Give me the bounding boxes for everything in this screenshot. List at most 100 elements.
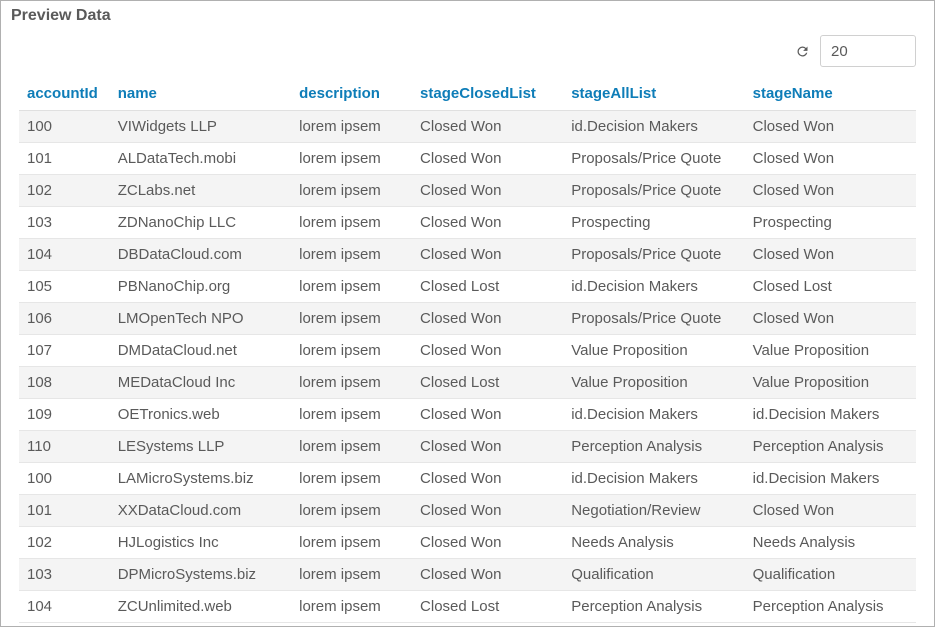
cell-description: lorem ipsem xyxy=(291,431,412,463)
cell-stageClosedList: Closed Won xyxy=(412,239,563,271)
cell-stageClosedList: Closed Won xyxy=(412,111,563,143)
table-wrap: accountId name description stageClosedLi… xyxy=(1,77,934,626)
cell-description: lorem ipsem xyxy=(291,239,412,271)
col-header-accountId[interactable]: accountId xyxy=(19,77,110,111)
cell-description: lorem ipsem xyxy=(291,367,412,399)
cell-name: HJLogistics Inc xyxy=(110,527,291,559)
cell-stageAllList: Prospecting xyxy=(563,207,744,239)
table-row[interactable]: 103ZDNanoChip LLClorem ipsemClosed WonPr… xyxy=(19,207,916,239)
cell-stageClosedList: Closed Won xyxy=(412,335,563,367)
cell-stageClosedList: Closed Won xyxy=(412,463,563,495)
table-row[interactable]: 101XXDataCloud.comlorem ipsemClosed WonN… xyxy=(19,495,916,527)
table-row[interactable]: 109OETronics.weblorem ipsemClosed Wonid.… xyxy=(19,399,916,431)
cell-stageAllList: Value Proposition xyxy=(563,367,744,399)
cell-accountId: 103 xyxy=(19,559,110,591)
cell-accountId: 108 xyxy=(19,367,110,399)
table-row[interactable]: 103DPMicroSystems.bizlorem ipsemClosed W… xyxy=(19,559,916,591)
cell-name: XXDataCloud.com xyxy=(110,495,291,527)
cell-description: lorem ipsem xyxy=(291,207,412,239)
table-header-row: accountId name description stageClosedLi… xyxy=(19,77,916,111)
row-count-input[interactable] xyxy=(820,35,916,67)
cell-stageAllList: Proposals/Price Quote xyxy=(563,239,744,271)
table-row[interactable]: 107DMDataCloud.netlorem ipsemClosed WonV… xyxy=(19,335,916,367)
cell-accountId: 103 xyxy=(19,207,110,239)
table-row[interactable]: 104DBDataCloud.comlorem ipsemClosed WonP… xyxy=(19,239,916,271)
table-row[interactable]: 102HJLogistics Inclorem ipsemClosed WonN… xyxy=(19,527,916,559)
cell-accountId: 101 xyxy=(19,495,110,527)
cell-name: LMOpenTech NPO xyxy=(110,303,291,335)
cell-stageName: Closed Won xyxy=(745,175,916,207)
cell-name: DMDataCloud.net xyxy=(110,335,291,367)
cell-stageClosedList: Closed Lost xyxy=(412,367,563,399)
cell-description: lorem ipsem xyxy=(291,111,412,143)
cell-accountId: 102 xyxy=(19,527,110,559)
cell-stageName: id.Decision Makers xyxy=(745,463,916,495)
cell-stageName: Value Proposition xyxy=(745,335,916,367)
cell-stageName: Closed Lost xyxy=(745,271,916,303)
cell-description: lorem ipsem xyxy=(291,591,412,623)
cell-stageClosedList: Closed Won xyxy=(412,175,563,207)
cell-stageAllList: Proposals/Price Quote xyxy=(563,303,744,335)
cell-stageClosedList: Closed Won xyxy=(412,527,563,559)
cell-stageAllList: id.Decision Makers xyxy=(563,463,744,495)
cell-stageClosedList: Closed Won xyxy=(412,495,563,527)
table-row[interactable]: 110LESystems LLPlorem ipsemClosed WonPer… xyxy=(19,431,916,463)
table-row[interactable]: 106LMOpenTech NPOlorem ipsemClosed WonPr… xyxy=(19,303,916,335)
cell-name: DBDataCloud.com xyxy=(110,239,291,271)
cell-stageClosedList: Closed Won xyxy=(412,431,563,463)
toolbar xyxy=(1,29,934,77)
table-row[interactable]: 105PBNanoChip.orglorem ipsemClosed Losti… xyxy=(19,271,916,303)
cell-description: lorem ipsem xyxy=(291,271,412,303)
cell-stageClosedList: Closed Lost xyxy=(412,591,563,623)
cell-description: lorem ipsem xyxy=(291,495,412,527)
table-row[interactable]: 101ALDataTech.mobilorem ipsemClosed WonP… xyxy=(19,143,916,175)
cell-description: lorem ipsem xyxy=(291,175,412,207)
cell-stageAllList: id.Decision Makers xyxy=(563,111,744,143)
col-header-stageName[interactable]: stageName xyxy=(745,77,916,111)
cell-accountId: 107 xyxy=(19,335,110,367)
cell-stageName: Closed Won xyxy=(745,495,916,527)
cell-accountId: 104 xyxy=(19,239,110,271)
table-row[interactable]: 104ZCUnlimited.weblorem ipsemClosed Lost… xyxy=(19,591,916,623)
cell-stageName: Prospecting xyxy=(745,207,916,239)
refresh-icon[interactable] xyxy=(794,43,810,59)
cell-stageName: Closed Won xyxy=(745,143,916,175)
cell-name: ZDNanoChip LLC xyxy=(110,207,291,239)
cell-stageName: Closed Won xyxy=(745,111,916,143)
col-header-stageAllList[interactable]: stageAllList xyxy=(563,77,744,111)
cell-stageAllList: id.Decision Makers xyxy=(563,399,744,431)
table-row[interactable]: 108MEDataCloud Inclorem ipsemClosed Lost… xyxy=(19,367,916,399)
cell-description: lorem ipsem xyxy=(291,559,412,591)
cell-accountId: 110 xyxy=(19,431,110,463)
cell-stageName: Qualification xyxy=(745,559,916,591)
cell-stageAllList: Qualification xyxy=(563,559,744,591)
cell-stageClosedList: Closed Lost xyxy=(412,271,563,303)
cell-description: lorem ipsem xyxy=(291,463,412,495)
cell-accountId: 100 xyxy=(19,463,110,495)
cell-description: lorem ipsem xyxy=(291,143,412,175)
cell-stageClosedList: Closed Won xyxy=(412,207,563,239)
cell-stageAllList: Negotiation/Review xyxy=(563,495,744,527)
table-row[interactable]: 102ZCLabs.netlorem ipsemClosed WonPropos… xyxy=(19,175,916,207)
table-row[interactable]: 100VIWidgets LLPlorem ipsemClosed Wonid.… xyxy=(19,111,916,143)
cell-accountId: 105 xyxy=(19,271,110,303)
cell-name: ZCUnlimited.web xyxy=(110,591,291,623)
cell-stageAllList: Proposals/Price Quote xyxy=(563,143,744,175)
col-header-description[interactable]: description xyxy=(291,77,412,111)
cell-stageClosedList: Closed Won xyxy=(412,399,563,431)
cell-stageName: Perception Analysis xyxy=(745,591,916,623)
col-header-name[interactable]: name xyxy=(110,77,291,111)
panel-title: Preview Data xyxy=(1,1,934,29)
cell-stageAllList: Proposals/Price Quote xyxy=(563,175,744,207)
table-row[interactable]: 100LAMicroSystems.bizlorem ipsemClosed W… xyxy=(19,463,916,495)
cell-accountId: 106 xyxy=(19,303,110,335)
cell-name: LESystems LLP xyxy=(110,431,291,463)
cell-name: VIWidgets LLP xyxy=(110,111,291,143)
cell-accountId: 109 xyxy=(19,399,110,431)
cell-stageAllList: Needs Analysis xyxy=(563,527,744,559)
cell-name: MEDataCloud Inc xyxy=(110,367,291,399)
cell-accountId: 101 xyxy=(19,143,110,175)
col-header-stageClosedList[interactable]: stageClosedList xyxy=(412,77,563,111)
cell-stageName: Closed Won xyxy=(745,239,916,271)
preview-table: accountId name description stageClosedLi… xyxy=(19,77,916,623)
